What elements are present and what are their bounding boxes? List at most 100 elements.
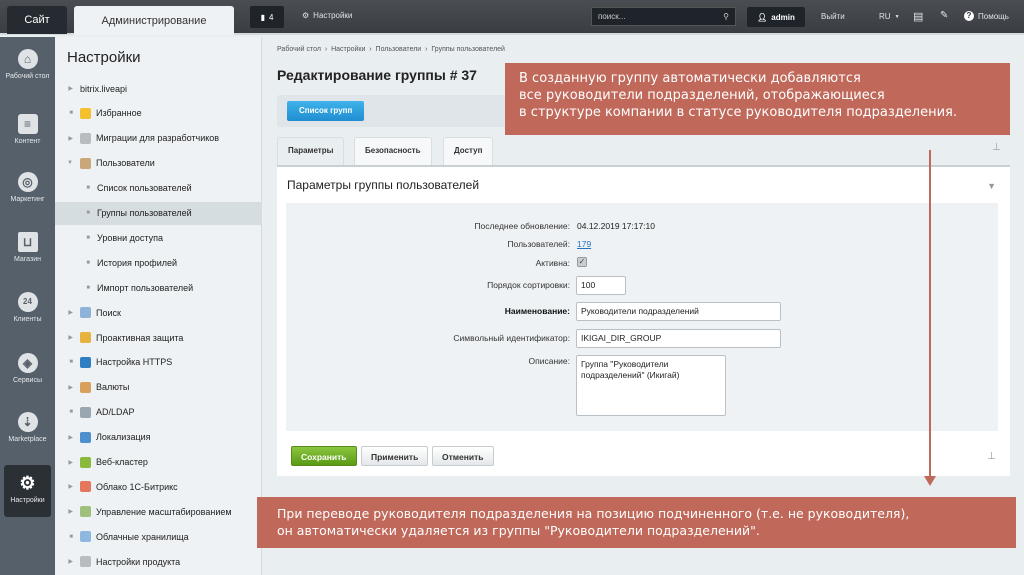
menu-item-label: Уровни доступа	[97, 232, 163, 243]
bullet-icon[interactable]: ■	[81, 185, 97, 191]
active-checkbox[interactable]: ✓	[577, 257, 587, 267]
tab-access[interactable]: Доступ	[443, 137, 494, 165]
chevron-right-icon[interactable]: ▶	[55, 459, 80, 466]
menu-item[interactable]: ▶ bitrix.liveapi	[55, 77, 262, 100]
menu-item[interactable]: ▶ Облако 1С-Битрикс	[55, 475, 262, 498]
settings-link[interactable]: ⚙ Настройки	[302, 11, 352, 20]
pin-icon[interactable]: ⊥	[992, 142, 1001, 153]
menu-item[interactable]: ▶ Поиск	[55, 301, 262, 324]
top-bar: Сайт Администрирование ▮ 4 ⚙ Настройки пои…	[0, 0, 1024, 35]
nav-label: Магазин	[13, 256, 41, 263]
menu-item-label: Валюты	[96, 382, 130, 393]
chevron-right-icon[interactable]: ▶	[55, 135, 80, 142]
menu-item-icon	[80, 132, 91, 144]
updated-label: Последнее обновление:	[474, 221, 570, 231]
search-input[interactable]: поиск... ⚲	[591, 7, 736, 26]
nav-settings[interactable]: ⚙ Настройки	[4, 465, 51, 517]
user-name: admin	[771, 12, 795, 22]
chevron-right-icon[interactable]: ▶	[55, 334, 80, 341]
bullet-icon[interactable]: ■	[81, 235, 97, 241]
nav-marketplace[interactable]: ⇣ Marketplace	[0, 412, 55, 444]
chevron-right-icon[interactable]: ▶	[55, 384, 80, 391]
calendar-icon[interactable]: ▤	[913, 10, 923, 23]
help-link[interactable]: ? Помощь	[964, 11, 1009, 21]
menu-item-label: AD/LDAP	[96, 407, 135, 418]
pin-icon[interactable]: ⊥	[987, 451, 996, 462]
nav-services[interactable]: ◈ Сервисы	[0, 353, 55, 385]
search-icon[interactable]: ⚲	[723, 12, 729, 21]
nav-desktop[interactable]: ⌂ Рабочий стол	[0, 49, 55, 81]
panel-title: Параметры группы пользователей	[287, 178, 480, 192]
menu-item[interactable]: ▶ Проактивная защита	[55, 326, 262, 349]
menu-item[interactable]: ▶ Локализация	[55, 426, 262, 449]
group-list-button[interactable]: Список групп	[287, 101, 365, 121]
nav-marketing[interactable]: ◎ Маркетинг	[0, 172, 55, 204]
breadcrumb-item[interactable]: Группы пользователей	[431, 46, 505, 53]
menu-item[interactable]: ▶ Настройки продукта	[55, 550, 262, 573]
arrow-line	[929, 150, 931, 478]
active-label: Активна:	[535, 258, 570, 268]
sort-input[interactable]: 100	[576, 276, 626, 295]
notifications-button[interactable]: ▮ 4	[250, 6, 284, 28]
menu-item[interactable]: ▼ Пользователи	[55, 152, 262, 175]
chevron-right-icon[interactable]: ▶	[55, 434, 80, 441]
tab-security[interactable]: Безопасность	[354, 137, 432, 165]
nav-label: Рабочий стол	[5, 73, 50, 80]
site-tab[interactable]: Сайт	[7, 6, 67, 34]
collapse-icon[interactable]: ▼	[987, 181, 996, 191]
chevron-down-icon[interactable]: ▼	[55, 160, 80, 166]
menu-item-icon	[80, 332, 91, 343]
menu-item-label: Веб-кластер	[96, 457, 148, 467]
icon-sidebar: ⌂ Рабочий стол ≡ Контент ◎ Маркетинг ⊔ Магаз…	[0, 37, 55, 575]
menu-item[interactable]: ■ История профилей	[55, 251, 262, 274]
menu-item[interactable]: ■ AD/LDAP	[55, 401, 262, 424]
menu-item[interactable]: ▶ Веб-кластер	[55, 451, 262, 474]
menu-item-label: Облако 1С-Битрикс	[96, 481, 178, 492]
tab-parameters[interactable]: Параметры	[277, 137, 345, 166]
bullet-icon[interactable]: ■	[55, 359, 80, 365]
menu-item[interactable]: ■ Импорт пользователей	[55, 276, 262, 299]
menu-item[interactable]: ■ Группы пользователей	[55, 201, 262, 225]
menu-item-icon	[80, 481, 91, 493]
bullet-icon[interactable]: ■	[55, 409, 80, 415]
nav-shop[interactable]: ⊔ Магазин	[0, 232, 55, 264]
menu-item[interactable]: ■ Список пользователей	[55, 177, 262, 200]
code-input[interactable]: IKIGAI_DIR_GROUP	[576, 329, 781, 348]
name-input[interactable]: Руководители подразделений	[576, 302, 781, 321]
logout-link[interactable]: Выйти	[821, 12, 845, 21]
notification-count: 4	[268, 12, 274, 22]
chevron-right-icon[interactable]: ▶	[55, 483, 80, 490]
chevron-right-icon[interactable]: ▶	[55, 85, 80, 92]
menu-item[interactable]: ▶ Валюты	[55, 376, 262, 399]
menu-item[interactable]: ■ Уровни доступа	[55, 226, 262, 249]
bullet-icon[interactable]: ■	[55, 534, 80, 540]
menu-item[interactable]: ▶ Управление масштабированием	[55, 500, 262, 523]
menu-item[interactable]: ■ Настройка HTTPS	[55, 351, 262, 374]
breadcrumb-item[interactable]: Пользователи	[376, 46, 422, 53]
menu-item-icon	[80, 531, 91, 543]
chevron-right-icon[interactable]: ▶	[55, 558, 80, 565]
admin-tab[interactable]: Администрирование	[74, 6, 234, 35]
breadcrumb-item[interactable]: Настройки	[331, 46, 365, 53]
menu-item[interactable]: ▶ Миграции для разработчиков	[55, 127, 262, 150]
users-count-link[interactable]: 179	[577, 239, 591, 249]
chevron-right-icon[interactable]: ▶	[55, 309, 80, 316]
chevron-right-icon[interactable]: ▶	[55, 508, 80, 515]
bullet-icon[interactable]: ■	[55, 110, 80, 116]
bullet-icon[interactable]: ■	[81, 260, 97, 266]
save-button[interactable]: Сохранить	[291, 446, 357, 466]
bullet-icon[interactable]: ■	[81, 210, 97, 216]
menu-item[interactable]: ■ Избранное	[55, 102, 262, 125]
bullet-icon[interactable]: ■	[81, 285, 97, 291]
language-select[interactable]: RU ▼	[879, 12, 900, 21]
nav-clients[interactable]: 24 Клиенты	[0, 292, 55, 324]
user-button[interactable]: 👤︎ admin	[747, 7, 805, 27]
pin-icon[interactable]: ✎	[940, 10, 948, 21]
nav-content[interactable]: ≡ Контент	[0, 114, 55, 146]
menu-item[interactable]: ■ Облачные хранилища	[55, 525, 262, 548]
users-label: Пользователей:	[507, 239, 570, 249]
description-textarea[interactable]: Группа "Руководители подразделений" (Ики…	[576, 355, 726, 416]
cancel-button[interactable]: Отменить	[432, 446, 494, 466]
breadcrumb-item[interactable]: Рабочий стол	[277, 46, 321, 53]
apply-button[interactable]: Применить	[361, 446, 429, 466]
